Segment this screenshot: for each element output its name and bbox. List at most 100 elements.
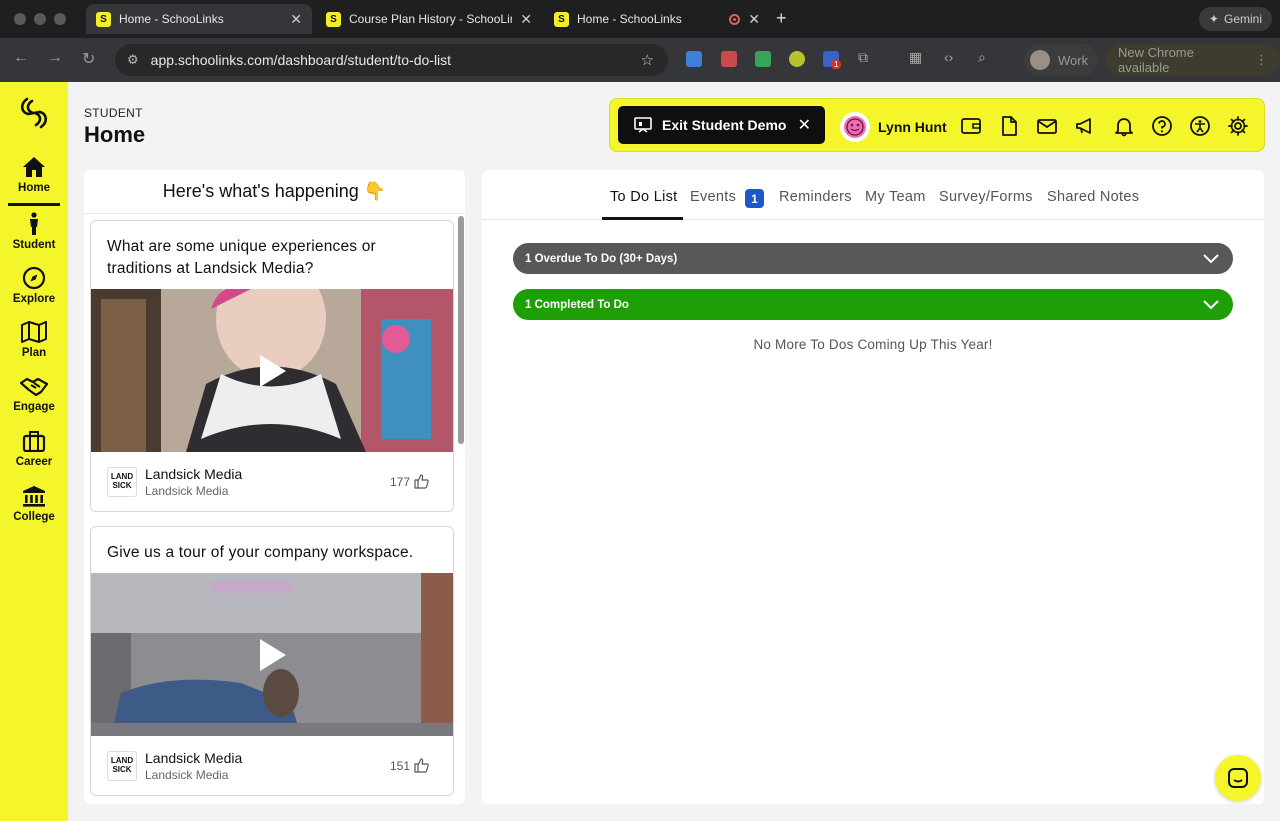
schoolinks-favicon: S — [326, 11, 341, 27]
wallet-icon[interactable] — [960, 115, 982, 137]
forward-icon[interactable]: → — [47, 49, 63, 67]
gear-icon[interactable] — [1227, 115, 1249, 137]
tab-title: Home - SchooLinks — [577, 12, 682, 26]
card-question: Give us a tour of your company workspace… — [107, 544, 414, 561]
browser-tab-home-recording[interactable]: S Home - SchooLinks ✕ — [544, 4, 770, 34]
sidebar-item-engage[interactable]: Engage — [0, 373, 68, 427]
card-footer: LAND SICK Landsick Media Landsick Media … — [91, 736, 453, 795]
play-icon[interactable] — [260, 638, 286, 671]
org-name[interactable]: Landsick Media — [145, 466, 242, 482]
gemini-button[interactable]: ✦ Gemini — [1198, 7, 1272, 31]
browser-toolbar: ← → ↻ ⚙ app.schoolinks.com/dashboard/stu… — [0, 38, 1280, 82]
completed-todos-accordion[interactable]: 1 Completed To Do — [513, 289, 1233, 320]
video-card[interactable]: Give us a tour of your company workspace… — [90, 526, 454, 796]
devtools-code-icon[interactable]: ‹› — [944, 49, 953, 65]
play-icon[interactable] — [260, 354, 286, 387]
like-count: 151 — [389, 758, 410, 773]
happenings-title: Here's what's happening 👇 — [84, 170, 465, 214]
close-icon[interactable]: ✕ — [520, 11, 532, 28]
update-label: New Chrome available — [1118, 45, 1194, 75]
sidebar-item-label: Student — [12, 239, 56, 251]
video-thumbnail[interactable] — [91, 289, 453, 452]
sidebar-item-label: Career — [15, 456, 53, 468]
sidebar-item-plan[interactable]: Plan — [0, 319, 68, 373]
tab-survey-forms[interactable]: Survey/Forms — [939, 189, 1033, 205]
tab-my-team[interactable]: My Team — [865, 189, 926, 205]
update-chrome-button[interactable]: New Chrome available ⋮ — [1106, 44, 1280, 76]
sidebar-item-label: College — [13, 511, 55, 523]
megaphone-icon[interactable] — [1074, 115, 1096, 137]
events-count-badge: 1 — [745, 189, 764, 208]
window-zoom-dot[interactable] — [54, 13, 66, 25]
document-icon[interactable] — [998, 115, 1020, 137]
app-root: Home Student Explore Plan Engage Career … — [0, 82, 1280, 821]
bookmark-star-icon[interactable]: ☆ — [641, 51, 654, 69]
kebab-menu-icon[interactable]: ⋮ — [1255, 52, 1268, 68]
exit-student-demo-button[interactable]: Exit Student Demo ✕ — [618, 106, 825, 144]
university-icon — [23, 486, 45, 507]
mail-icon[interactable] — [1036, 115, 1058, 137]
tab-reminders[interactable]: Reminders — [779, 189, 852, 205]
person-icon — [30, 212, 38, 235]
chat-launcher-button[interactable] — [1215, 755, 1261, 801]
close-icon[interactable]: ✕ — [798, 115, 811, 135]
tab-shared-notes[interactable]: Shared Notes — [1047, 189, 1139, 205]
recording-icon — [729, 13, 741, 25]
window-minimize-dot[interactable] — [34, 13, 46, 25]
site-settings-icon[interactable]: ⚙ — [127, 52, 139, 68]
card-footer: LAND SICK Landsick Media Landsick Media … — [91, 452, 453, 511]
back-icon[interactable]: ← — [13, 49, 29, 67]
schoolinks-favicon: S — [96, 11, 111, 27]
tab-events[interactable]: Events — [690, 189, 736, 205]
close-icon[interactable]: ✕ — [290, 11, 302, 28]
window-close-dot[interactable] — [14, 13, 26, 25]
new-tab-button[interactable]: + — [776, 8, 787, 29]
org-name[interactable]: Landsick Media — [145, 750, 242, 766]
sidebar-item-career[interactable]: Career — [0, 428, 68, 482]
extension-check-icon[interactable] — [789, 51, 805, 67]
browser-tab-course-plan[interactable]: S Course Plan History - SchooLinks ✕ — [316, 4, 542, 34]
feed-scrollbar[interactable] — [458, 216, 464, 444]
close-icon[interactable]: ✕ — [748, 11, 760, 28]
thumbs-up-icon — [414, 474, 429, 489]
reload-icon[interactable]: ↻ — [82, 49, 95, 69]
address-bar[interactable]: ⚙ app.schoolinks.com/dashboard/student/t… — [115, 44, 668, 76]
like-button[interactable]: 151 — [390, 758, 429, 773]
sidebar-item-home[interactable]: Home — [0, 154, 68, 208]
exit-demo-label: Exit Student Demo — [662, 117, 787, 133]
tab-title: Course Plan History - SchooLinks — [349, 12, 513, 26]
tab-title: Home - SchooLinks — [119, 12, 224, 26]
extension-pen-icon[interactable] — [721, 51, 737, 67]
sidebar-item-explore[interactable]: Explore — [0, 265, 68, 319]
video-thumbnail[interactable] — [91, 573, 453, 736]
bell-icon[interactable] — [1113, 115, 1135, 137]
schoolinks-logo-icon[interactable] — [18, 96, 50, 130]
url-text[interactable]: app.schoolinks.com/dashboard/student/to-… — [151, 52, 641, 68]
extension-trello-icon[interactable] — [686, 51, 702, 67]
accessibility-icon[interactable] — [1189, 115, 1211, 137]
todo-panel: To Do List Events 1 Reminders My Team Su… — [482, 170, 1264, 804]
search-tab-icon[interactable]: ⌕ — [978, 49, 986, 66]
briefcase-icon — [22, 431, 46, 452]
profile-button[interactable]: Work — [1024, 44, 1099, 76]
sidebar-item-college[interactable]: College — [0, 483, 68, 537]
browser-tab-home[interactable]: S Home - SchooLinks ✕ — [86, 4, 312, 34]
user-menu[interactable]: Lynn Hunt — [840, 112, 947, 142]
extension-grammar-icon[interactable] — [755, 51, 771, 67]
video-card[interactable]: What are some unique experiences or trad… — [90, 220, 454, 512]
tab-to-do-list[interactable]: To Do List — [610, 189, 677, 205]
overdue-todos-accordion[interactable]: 1 Overdue To Do (30+ Days) — [513, 243, 1233, 274]
help-icon[interactable] — [1151, 115, 1173, 137]
extensions-puzzle-icon[interactable]: ⧉ — [858, 49, 868, 66]
org-subtitle: Landsick Media — [145, 768, 229, 782]
map-icon — [21, 321, 47, 343]
sidebar-item-student[interactable]: Student — [0, 211, 68, 265]
like-count: 177 — [389, 474, 410, 489]
schoolinks-favicon: S — [554, 11, 569, 27]
qr-code-icon[interactable]: ▦ — [909, 49, 922, 66]
org-subtitle: Landsick Media — [145, 484, 229, 498]
main-tabs: To Do List Events 1 Reminders My Team Su… — [482, 170, 1264, 220]
empty-state-message: No More To Dos Coming Up This Year! — [753, 337, 993, 352]
avatar-face-icon — [844, 116, 866, 138]
like-button[interactable]: 177 — [390, 474, 429, 489]
